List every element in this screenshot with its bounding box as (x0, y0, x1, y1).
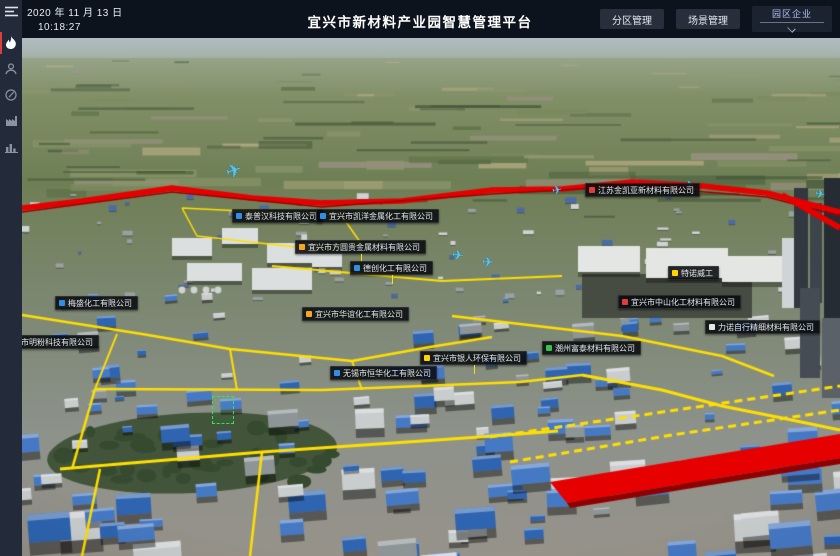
park-enterprise-dropdown[interactable]: 园区企业 (752, 6, 832, 32)
company-label-text: 江苏金凯亚新材料有限公司 (598, 185, 694, 196)
company-label[interactable]: 梅盛化工有限公司 (55, 296, 138, 310)
company-marker-icon (546, 345, 552, 351)
selection-box (212, 396, 234, 424)
company-label[interactable]: 宜兴市方圆贵金属材料有限公司 (295, 240, 426, 254)
company-label[interactable]: 宜兴市银人环保有限公司 (420, 351, 527, 365)
company-label[interactable]: 宜兴市中山化工材料有限公司 (618, 295, 741, 309)
company-label[interactable]: 德创化工有限公司 (350, 261, 433, 275)
company-label-text: 宜兴市凯洋金属化工有限公司 (329, 211, 433, 222)
topbar-actions: 分区管理 场景管理 园区企业 (600, 0, 832, 38)
company-label[interactable]: 潮州富泰材料有限公司 (542, 341, 641, 355)
chevron-down-icon (788, 24, 796, 32)
bar-chart-icon (5, 141, 18, 153)
user-icon (5, 63, 17, 75)
smart-park-platform: 2020 年 11 月 13 日 10:18:27 宜兴市新材料产业园智慧管理平… (0, 0, 840, 556)
company-marker-icon (354, 265, 360, 271)
dropdown-label: 园区企业 (772, 7, 812, 20)
gauge-icon (5, 89, 17, 101)
company-marker-icon (59, 300, 65, 306)
company-label-text: 宜兴市华谊化工有限公司 (315, 309, 403, 320)
sidebar-item-factory[interactable] (0, 108, 22, 134)
company-label-text: 潮州富泰材料有限公司 (555, 343, 635, 354)
company-label[interactable]: 力诺自行精细材料有限公司 (705, 320, 820, 334)
company-label-text: 宜兴市方圆贵金属材料有限公司 (308, 242, 420, 253)
company-marker-icon (424, 355, 430, 361)
dropdown-divider (760, 22, 824, 23)
menu-icon (5, 6, 18, 17)
map-viewport[interactable]: 泰普汉科技有限公司 宜兴市凯洋金属化工有限公司宜兴市方圆贵金属材料有限公司德创化工… (22, 38, 840, 556)
company-label[interactable]: 宜兴市凯洋金属化工有限公司 (316, 209, 439, 223)
label-leader-line (474, 365, 475, 374)
company-marker-icon (622, 299, 628, 305)
company-label-text: 力诺自行精细材料有限公司 (718, 322, 814, 333)
company-label-text: 无锡市恒华化工有限公司 (343, 368, 431, 379)
company-label-text: 泰普汉科技有限公司 (245, 211, 317, 222)
company-label-text: 特诺威工 (681, 268, 713, 279)
company-marker-icon (589, 187, 595, 193)
partition-manage-button[interactable]: 分区管理 (600, 9, 664, 29)
menu-button[interactable] (0, 0, 22, 22)
company-marker-icon (334, 370, 340, 376)
company-marker-icon (299, 244, 305, 250)
scene-manage-button[interactable]: 场景管理 (676, 9, 740, 29)
company-marker-icon (320, 213, 326, 219)
sidebar-item-stats[interactable] (0, 134, 22, 160)
company-marker-icon (672, 270, 678, 276)
top-bar: 2020 年 11 月 13 日 10:18:27 宜兴市新材料产业园智慧管理平… (0, 0, 840, 38)
company-label-text: 宜兴市中山化工材料有限公司 (631, 297, 735, 308)
left-sidebar (0, 0, 22, 556)
company-label[interactable]: 宜兴市华谊化工有限公司 (302, 307, 409, 321)
company-label[interactable]: 江苏金凯亚新材料有限公司 (585, 183, 700, 197)
factory-icon (5, 115, 18, 127)
sidebar-item-user[interactable] (0, 56, 22, 82)
company-label-text: 梅盛化工有限公司 (68, 298, 132, 309)
company-marker-icon (236, 213, 242, 219)
label-leader-line (392, 275, 393, 284)
sidebar-item-gauge[interactable] (0, 82, 22, 108)
company-marker-icon (709, 324, 715, 330)
sidebar-item-fire[interactable] (0, 30, 22, 56)
company-label-text: 宜兴市银人环保有限公司 (433, 353, 521, 364)
company-label[interactable]: 无锡市恒华化工有限公司 (330, 366, 437, 380)
company-label[interactable]: 泰普汉科技有限公司 (232, 209, 323, 223)
company-label[interactable]: 宜兴市明粉科技有限公司 (22, 335, 99, 349)
company-label-text: 德创化工有限公司 (363, 263, 427, 274)
company-label-text: 宜兴市明粉科技有限公司 (22, 337, 93, 348)
company-label[interactable]: 特诺威工 (668, 266, 719, 280)
flame-icon (5, 36, 17, 50)
company-marker-icon (306, 311, 312, 317)
